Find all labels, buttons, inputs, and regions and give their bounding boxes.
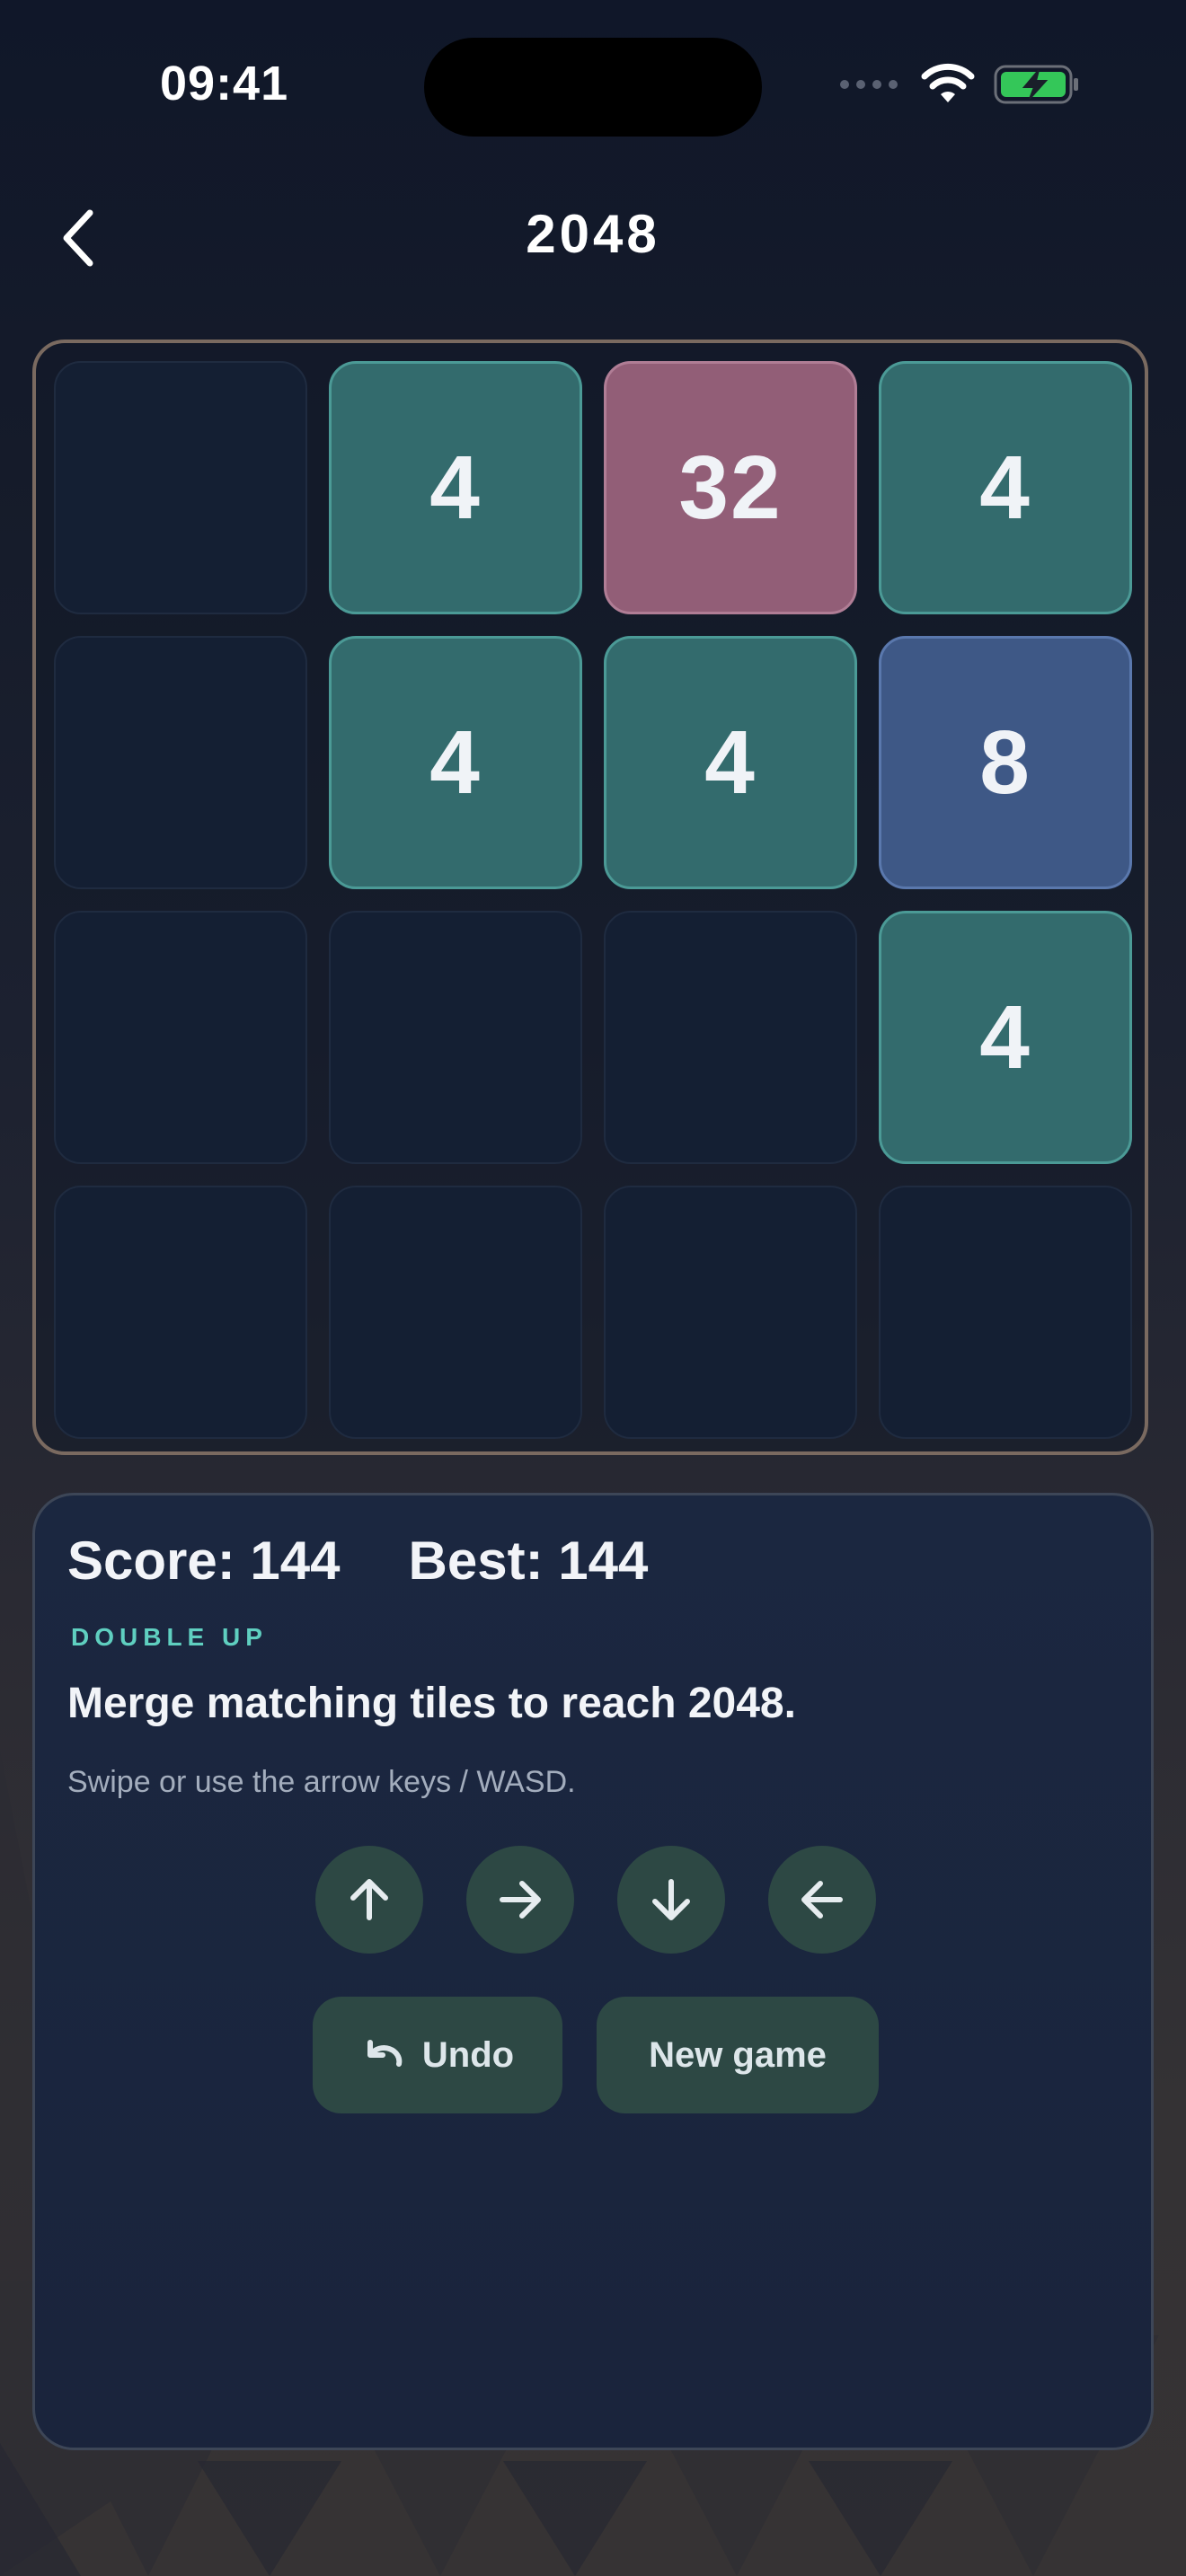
- goal-text: Merge matching tiles to reach 2048.: [67, 1680, 796, 1727]
- battery-charging-icon: [994, 65, 1078, 104]
- best-score-value: Best: 144: [408, 1531, 649, 1591]
- controls-hint: Swipe or use the arrow keys / WASD.: [67, 1765, 576, 1799]
- arrow-down-icon: [652, 1879, 690, 1920]
- move-down-button[interactable]: [617, 1846, 725, 1954]
- board-cell: [604, 911, 857, 1164]
- game-panel: Score: 144 Best: 144 DOUBLE UP Merge mat…: [32, 1493, 1154, 2450]
- arrow-right-icon: [500, 1881, 541, 1919]
- board-cell: [879, 1186, 1132, 1439]
- board-cell: [54, 361, 307, 614]
- arrow-controls: [35, 1846, 1156, 1954]
- score-value: Score: 144: [67, 1531, 341, 1591]
- board-cell: [54, 911, 307, 1164]
- new-game-button[interactable]: New game: [597, 1997, 879, 2113]
- undo-label: Undo: [421, 2034, 515, 2075]
- move-left-button[interactable]: [768, 1846, 876, 1954]
- new-game-label: New game: [649, 2034, 827, 2075]
- tile: 4: [329, 636, 582, 889]
- dynamic-island: [424, 38, 762, 137]
- tile: 4: [604, 636, 857, 889]
- arrow-up-icon: [350, 1879, 388, 1920]
- action-buttons: Undo New game: [35, 1997, 1156, 2113]
- board-cell: [329, 911, 582, 1164]
- board-cell: [54, 1186, 307, 1439]
- status-icons: [839, 63, 1080, 106]
- board-cell: [54, 636, 307, 889]
- board-cell: [604, 1186, 857, 1439]
- undo-button[interactable]: Undo: [313, 1997, 562, 2113]
- tile: 32: [604, 361, 857, 614]
- move-up-button[interactable]: [315, 1846, 423, 1954]
- board-cell: [329, 1186, 582, 1439]
- tile: 4: [879, 911, 1132, 1164]
- game-board[interactable]: 4 32 4 4 4 8 4: [32, 340, 1148, 1455]
- tile: 4: [329, 361, 582, 614]
- wifi-icon: [921, 63, 975, 102]
- status-time: 09:41: [160, 57, 289, 110]
- page-title: 2048: [526, 204, 660, 264]
- undo-icon: [367, 2040, 403, 2067]
- score-row: Score: 144 Best: 144: [67, 1530, 648, 1592]
- signal-dots-icon: [840, 80, 898, 89]
- arrow-left-icon: [801, 1881, 843, 1919]
- tile: 8: [879, 636, 1132, 889]
- game-mode-label: DOUBLE UP: [71, 1623, 268, 1651]
- move-right-button[interactable]: [466, 1846, 574, 1954]
- tile: 4: [879, 361, 1132, 614]
